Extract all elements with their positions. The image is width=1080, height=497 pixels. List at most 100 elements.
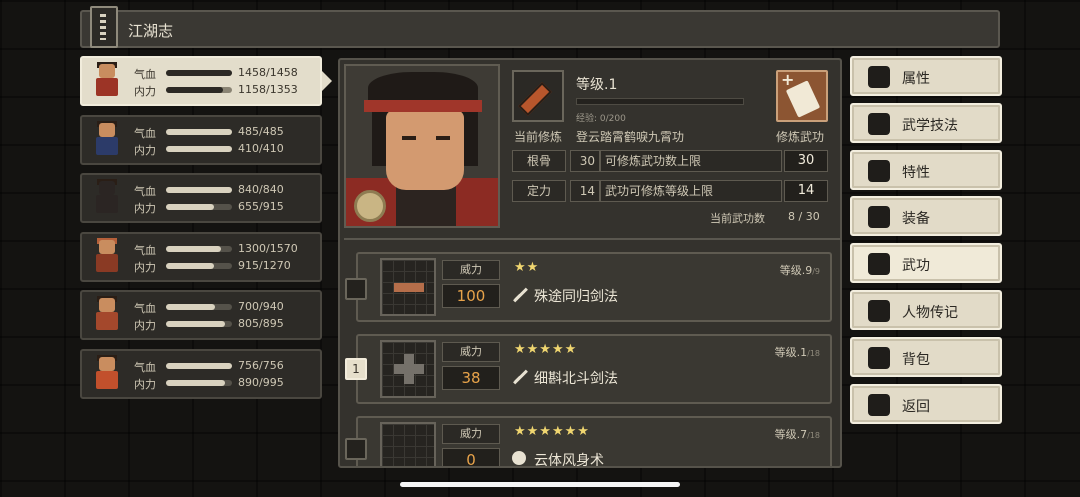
menu-label: 属性	[902, 71, 930, 87]
menu-attributes[interactable]: 属性	[850, 56, 1002, 96]
character-avatar	[90, 62, 124, 100]
skill-slot-2[interactable]: 1	[345, 358, 367, 380]
door-icon	[868, 393, 890, 416]
info-row-focus: 定力 14 武功可修炼等级上限 14	[512, 180, 828, 202]
menu-martial-techniques[interactable]: 武学技法	[850, 102, 1002, 143]
journal-book-icon	[90, 6, 118, 48]
hp-bar	[166, 362, 232, 369]
train-martial-arts-button[interactable]	[776, 70, 828, 122]
hp-bar	[166, 187, 232, 193]
info-value: 30	[784, 150, 828, 172]
skill-card-1[interactable]: 威力 100 ★★ 等级.9/9 殊途同归剑法	[356, 252, 832, 322]
hp-label: 气血	[134, 360, 156, 374]
character-row-5[interactable]: 气血 700/940 内力 805/895	[80, 290, 322, 340]
power-value: 0	[442, 448, 500, 466]
skill-grid-icon	[380, 258, 436, 316]
side-menu: 属性 武学技法 特性 装备 武功 人物传记 背包 返回	[850, 56, 1002, 430]
menu-label: 背包	[902, 351, 930, 368]
skill-name: 殊途同归剑法	[534, 289, 618, 305]
biography-icon	[868, 299, 890, 322]
power-label: 威力	[442, 424, 500, 444]
mp-bar	[166, 262, 232, 269]
skill-grid-icon	[380, 340, 436, 398]
info-name: 根骨	[512, 150, 566, 172]
info-num: 14	[570, 180, 600, 202]
hp-label: 气血	[134, 126, 156, 140]
skill-level-label: 等级.1	[576, 77, 618, 93]
character-avatar	[90, 120, 124, 159]
power-value: 100	[442, 284, 500, 308]
skill-count-value: 8 / 30	[788, 210, 820, 223]
star-rating: ★★★★★★	[514, 424, 590, 439]
menu-bag[interactable]: 背包	[850, 336, 1002, 377]
hp-value: 840/840	[238, 183, 284, 196]
character-list: 气血 1458/1458 内力 1158/1353 气血 485/485 内力 410/…	[80, 56, 332, 407]
character-avatar	[90, 179, 124, 217]
power-label: 威力	[442, 260, 500, 280]
menu-label: 返回	[902, 398, 930, 415]
menu-label: 武学技法	[902, 117, 958, 134]
hp-value: 1458/1458	[238, 66, 298, 79]
mp-label: 内力	[134, 319, 156, 332]
character-avatar	[90, 296, 124, 334]
skill-slot-3[interactable]	[345, 438, 367, 460]
skill-count-label: 当前武功数	[710, 212, 765, 225]
character-avatar	[90, 237, 124, 276]
character-portrait	[344, 64, 500, 228]
info-num: 30	[570, 150, 600, 172]
mp-value: 915/1270	[238, 258, 291, 272]
sword-icon	[512, 369, 528, 385]
mp-label: 内力	[134, 260, 156, 274]
character-row-4[interactable]: 气血 1300/1570 内力 915/1270	[80, 231, 322, 282]
skill-card-3[interactable]: 威力 0 ★★★★★★ 等级.7/18 云体风身术	[356, 416, 832, 468]
skill-name: 云体风身术	[534, 453, 604, 468]
trait-icon	[868, 159, 890, 182]
character-row-2[interactable]: 气血 485/485 内力 410/410	[80, 114, 322, 165]
info-value: 14	[784, 180, 828, 202]
star-rating: ★★★★★	[514, 342, 578, 357]
info-name: 定力	[512, 180, 566, 202]
menu-biography[interactable]: 人物传记	[850, 289, 1002, 330]
mp-label: 内力	[134, 202, 156, 215]
menu-label: 人物传记	[902, 304, 958, 321]
exp-bar	[576, 98, 744, 105]
mp-value: 805/895	[238, 317, 284, 330]
power-value: 38	[442, 366, 500, 390]
current-skill-icon[interactable]	[512, 70, 564, 122]
hp-value: 485/485	[238, 124, 284, 138]
info-desc: 武功可修炼等级上限	[600, 180, 782, 202]
character-row-3[interactable]: 气血 840/840 内力 655/915	[80, 173, 322, 223]
mp-value: 1158/1353	[238, 83, 298, 96]
skill-card-2[interactable]: 威力 38 ★★★★★ 等级.1/18 细斟北斗剑法	[356, 334, 832, 404]
menu-traits[interactable]: 特性	[850, 149, 1002, 190]
hp-label: 气血	[134, 68, 156, 81]
home-indicator[interactable]	[400, 482, 680, 487]
martial-arts-panel: 等级.1 经验: 0/200 当前修炼 登云踏霄鹤唳九霄功 修炼武功 根骨 30…	[338, 58, 842, 468]
sword-icon	[868, 206, 890, 229]
skill-slot-1[interactable]	[345, 278, 367, 300]
mp-bar	[166, 87, 232, 93]
menu-martial-arts[interactable]: 武功	[850, 243, 1002, 284]
hp-bar	[166, 70, 232, 76]
page-title: 江湖志	[128, 22, 174, 40]
skill-level: 等级.7/18	[774, 428, 820, 441]
hp-bar	[166, 304, 232, 310]
bag-icon	[868, 346, 890, 369]
mp-bar	[166, 204, 232, 210]
character-row-1[interactable]: 气血 1458/1458 内力 1158/1353	[80, 56, 332, 106]
power-label: 威力	[442, 342, 500, 362]
martial-technique-icon	[868, 112, 890, 135]
selection-arrow-icon	[322, 71, 332, 91]
mp-label: 内力	[134, 85, 156, 98]
menu-equipment[interactable]: 装备	[850, 196, 1002, 237]
exp-text: 经验: 0/200	[576, 114, 626, 124]
mp-value: 890/995	[238, 375, 284, 389]
menu-back[interactable]: 返回	[850, 383, 1002, 424]
info-desc: 可修炼武功数上限	[600, 150, 782, 172]
swirl-icon	[512, 451, 526, 465]
skill-level: 等级.9/9	[779, 264, 820, 277]
character-row-6[interactable]: 气血 756/756 内力 890/995	[80, 348, 322, 399]
hp-value: 756/756	[238, 358, 284, 372]
current-training-name: 登云踏霄鹤唳九霄功	[576, 130, 685, 144]
hp-bar	[166, 128, 232, 135]
